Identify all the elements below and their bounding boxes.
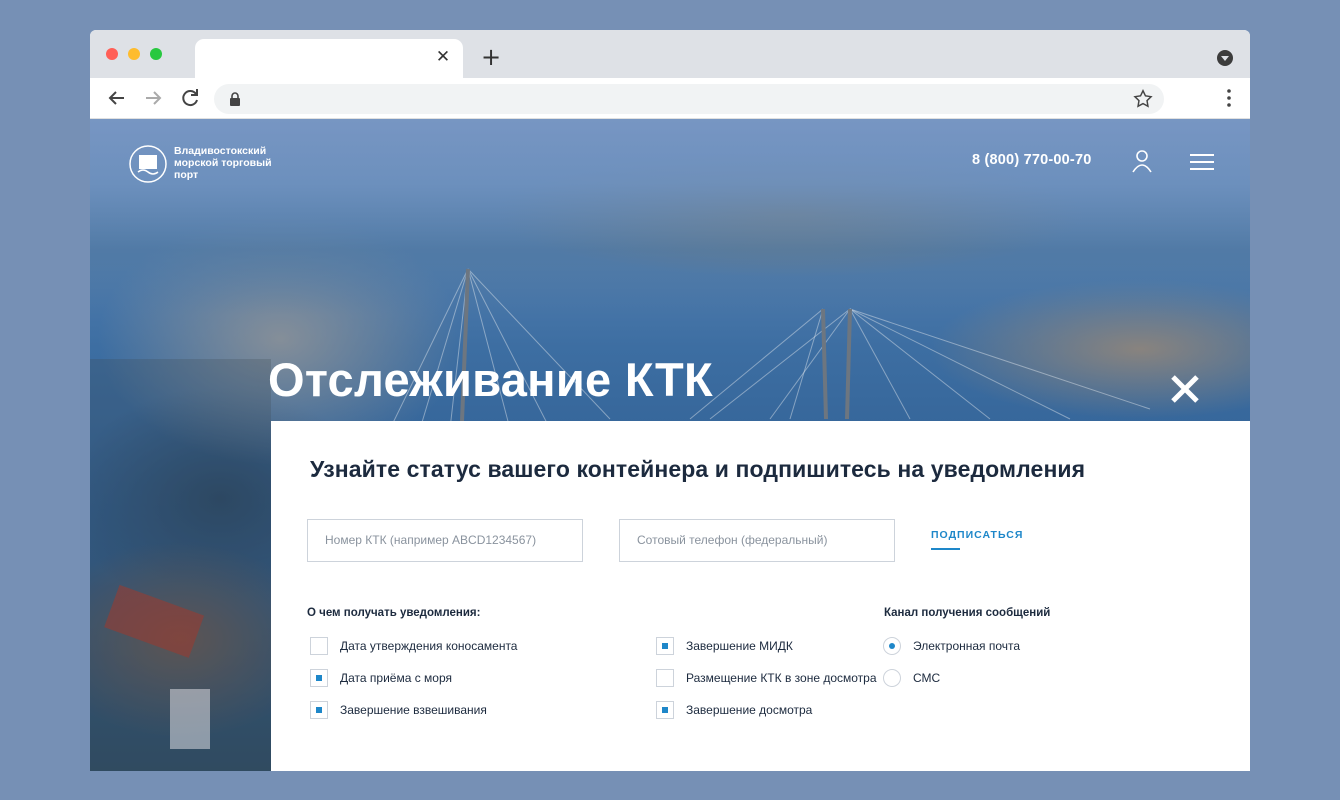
- subscribe-underline: [931, 548, 960, 550]
- lock-icon: [230, 92, 240, 106]
- checkbox[interactable]: [310, 637, 328, 655]
- option-label: Дата утверждения коносамента: [340, 639, 518, 653]
- channel-label: Электронная почта: [913, 639, 1021, 653]
- page-hero-background: Владивостокский морской торговый порт 8 …: [90, 119, 1250, 771]
- tab-close-icon[interactable]: ✕: [433, 47, 453, 67]
- tab-search-icon[interactable]: [1217, 50, 1233, 66]
- bookmark-star-icon[interactable]: [1132, 88, 1154, 110]
- new-tab-button[interactable]: +: [480, 45, 502, 69]
- option-label: Завершение досмотра: [686, 703, 813, 717]
- checkbox[interactable]: [310, 669, 328, 687]
- page-title: Отслеживание КТК: [268, 353, 714, 406]
- checkbox[interactable]: [656, 637, 674, 655]
- subscribe-button[interactable]: ПОДПИСАТЬСЯ: [931, 529, 1023, 541]
- tab-strip: ✕ +: [90, 30, 1250, 78]
- option-label: Дата приёма с моря: [340, 671, 453, 685]
- radio-button[interactable]: [883, 669, 901, 687]
- channel-section-label: Канал получения сообщений: [884, 607, 1051, 619]
- option-label: Завершение взвешивания: [340, 703, 487, 717]
- user-icon[interactable]: [1130, 149, 1154, 173]
- panel-heading: Узнайте статус вашего контейнера и подпи…: [310, 456, 1086, 482]
- phone-input[interactable]: [619, 519, 895, 562]
- tracking-panel: Узнайте статус вашего контейнера и подпи…: [271, 421, 1250, 771]
- logo-emblem[interactable]: [128, 144, 168, 184]
- checkbox[interactable]: [656, 669, 674, 687]
- option-label: Размещение КТК в зоне досмотра: [686, 671, 877, 685]
- back-icon[interactable]: [105, 86, 129, 110]
- radio-button[interactable]: [883, 637, 901, 655]
- option-label: Завершение МИДК: [686, 639, 793, 653]
- notify-section-label: О чем получать уведомления:: [307, 607, 481, 619]
- close-icon[interactable]: [1169, 373, 1201, 405]
- browser-tab[interactable]: ✕: [195, 39, 463, 78]
- browser-toolbar: [90, 78, 1250, 119]
- reload-icon[interactable]: [178, 86, 202, 110]
- hamburger-menu-icon[interactable]: [1190, 153, 1214, 171]
- ktk-number-input[interactable]: [307, 519, 583, 562]
- browser-window: ✕ + Владивостокский морской торговый пор…: [90, 30, 1250, 771]
- close-window-button[interactable]: [106, 48, 118, 60]
- browser-menu-icon[interactable]: [1226, 87, 1232, 109]
- maximize-window-button[interactable]: [150, 48, 162, 60]
- address-bar[interactable]: [214, 84, 1164, 114]
- logo-text[interactable]: Владивостокский морской торговый порт: [174, 145, 294, 181]
- checkbox[interactable]: [310, 701, 328, 719]
- phone-number[interactable]: 8 (800) 770-00-70: [972, 152, 1091, 168]
- channel-label: СМС: [913, 671, 941, 685]
- checkbox[interactable]: [656, 701, 674, 719]
- forward-icon[interactable]: [141, 86, 165, 110]
- minimize-window-button[interactable]: [128, 48, 140, 60]
